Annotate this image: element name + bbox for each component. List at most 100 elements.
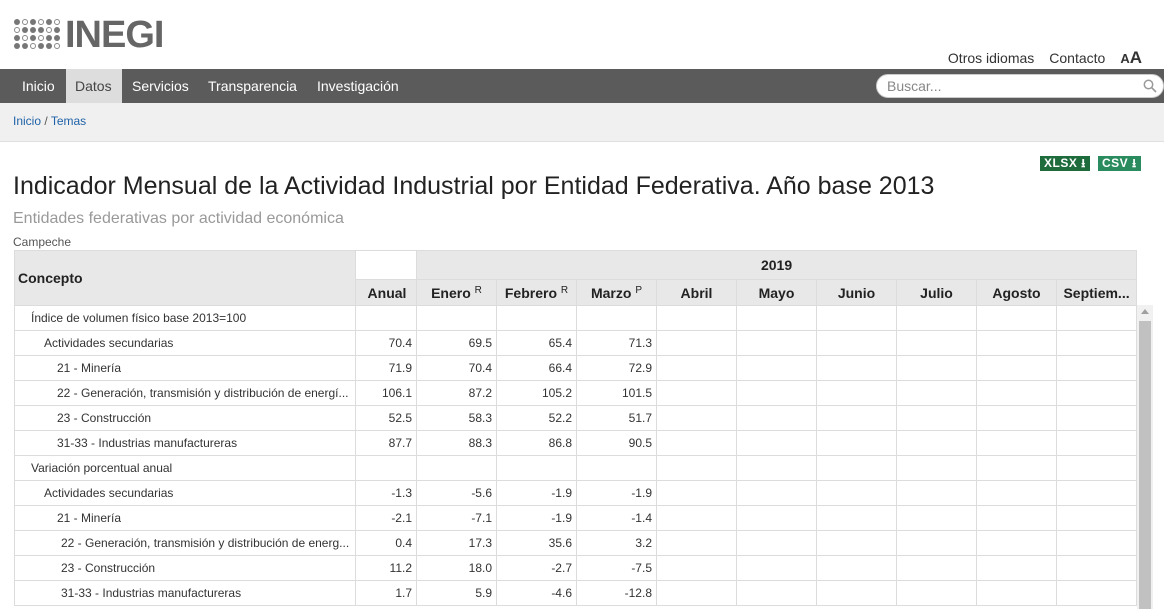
cell-empty (1055, 405, 1138, 431)
row-label: 31-33 - Industrias manufactureras (14, 580, 356, 606)
cell-empty (736, 405, 817, 431)
cell-empty (656, 305, 737, 331)
cell-empty (896, 555, 977, 581)
cell-empty (816, 455, 897, 481)
data-table: Concepto 2019 Anual Enero R Febrero R Ma… (14, 250, 1138, 606)
nav-item-inicio[interactable]: Inicio (12, 69, 65, 103)
breadcrumb-separator: / (44, 114, 48, 128)
table-row: Variación porcentual anual (14, 455, 1138, 481)
header-concepto: Concepto (14, 250, 356, 306)
header-mayo[interactable]: Mayo (736, 279, 817, 306)
header-junio[interactable]: Junio (816, 279, 897, 306)
cell-empty (656, 455, 737, 481)
header-agosto[interactable]: Agosto (976, 279, 1057, 306)
cell-empty (656, 480, 737, 506)
nav-item-transparencia[interactable]: Transparencia (198, 69, 307, 103)
cell-empty (816, 505, 897, 531)
cell-anual (355, 305, 417, 331)
cell-empty (896, 580, 977, 606)
cell-empty (736, 305, 817, 331)
cell-empty (656, 505, 737, 531)
breadcrumb-temas[interactable]: Temas (51, 114, 86, 128)
scrollbar-thumb[interactable] (1139, 321, 1151, 609)
header-julio[interactable]: Julio (896, 279, 977, 306)
cell-empty (1055, 555, 1138, 581)
cell-empty (816, 305, 897, 331)
row-label: Actividades secundarias (14, 480, 356, 506)
cell-marzo (576, 305, 657, 331)
row-label: 31-33 - Industrias manufactureras (14, 430, 356, 456)
cell-marzo: 101.5 (576, 380, 657, 406)
cell-empty (816, 480, 897, 506)
cell-empty (1055, 430, 1138, 456)
cell-marzo: 72.9 (576, 355, 657, 381)
cell-empty (816, 555, 897, 581)
row-label: 21 - Minería (14, 355, 356, 381)
cell-empty (816, 330, 897, 356)
table-row: 22 - Generación, transmisión y distribuc… (14, 530, 1138, 556)
cell-empty (896, 380, 977, 406)
header-blank (355, 250, 417, 280)
cell-empty (656, 330, 737, 356)
cell-enero: 5.9 (416, 580, 497, 606)
cell-empty (896, 305, 977, 331)
cell-febrero: 35.6 (496, 530, 577, 556)
header-anual[interactable]: Anual (355, 279, 417, 306)
breadcrumb: Inicio / Temas (13, 114, 86, 128)
cell-empty (896, 405, 977, 431)
table-row: Actividades secundarias -1.3 -5.6 -1.9 -1.9 (14, 480, 1138, 506)
download-csv-button[interactable]: CSV ⭳ (1098, 156, 1141, 171)
row-label: 23 - Construcción (14, 555, 356, 581)
search-input[interactable] (877, 75, 1127, 97)
header-febrero[interactable]: Febrero R (496, 279, 577, 306)
table-row: 21 - Minería -2.1 -7.1 -1.9 -1.4 (14, 505, 1138, 531)
search-box (876, 74, 1164, 98)
header-marzo[interactable]: Marzo P (576, 279, 657, 306)
header-abril[interactable]: Abril (656, 279, 737, 306)
cell-enero: 69.5 (416, 330, 497, 356)
cell-empty (1055, 305, 1138, 331)
font-size-small-glyph: A (1120, 51, 1130, 66)
cell-empty (976, 355, 1057, 381)
header-enero[interactable]: Enero R (416, 279, 497, 306)
scroll-up-arrow-icon[interactable] (1141, 309, 1149, 314)
cell-empty (1055, 580, 1138, 606)
other-languages-link[interactable]: Otros idiomas (948, 50, 1034, 66)
cell-empty (1055, 330, 1138, 356)
cell-empty (736, 580, 817, 606)
inegi-logo[interactable]: INEGI (13, 16, 164, 54)
cell-empty (1055, 455, 1138, 481)
cell-enero: -7.1 (416, 505, 497, 531)
cell-empty (896, 330, 977, 356)
download-xlsx-button[interactable]: XLSX ⭳ (1040, 156, 1090, 171)
nav-item-servicios[interactable]: Servicios (122, 69, 199, 103)
row-label: 22 - Generación, transmisión y distribuc… (14, 380, 356, 406)
cell-marzo: 51.7 (576, 405, 657, 431)
nav-item-investigacion[interactable]: Investigación (307, 69, 409, 103)
cell-empty (976, 505, 1057, 531)
cell-febrero: 65.4 (496, 330, 577, 356)
revised-flag: R (474, 285, 482, 296)
cell-empty (976, 430, 1057, 456)
cell-empty (736, 555, 817, 581)
cell-anual (355, 455, 417, 481)
cell-enero (416, 455, 497, 481)
cell-enero: -5.6 (416, 480, 497, 506)
header-septiembre[interactable]: Septiem... (1055, 279, 1138, 306)
contact-link[interactable]: Contacto (1049, 50, 1105, 66)
cell-empty (896, 430, 977, 456)
search-icon[interactable] (1143, 79, 1157, 93)
cell-marzo (576, 455, 657, 481)
cell-febrero: 66.4 (496, 355, 577, 381)
breadcrumb-inicio[interactable]: Inicio (13, 114, 41, 128)
font-size-toggle[interactable]: AA (1120, 48, 1142, 68)
cell-empty (736, 430, 817, 456)
cell-empty (656, 355, 737, 381)
table-row: 22 - Generación, transmisión y distribuc… (14, 380, 1138, 406)
row-label: 22 - Generación, transmisión y distribuc… (14, 530, 356, 556)
table-scrollbar[interactable] (1137, 305, 1153, 609)
cell-febrero: 105.2 (496, 380, 577, 406)
cell-empty (896, 505, 977, 531)
nav-item-datos[interactable]: Datos (66, 69, 122, 103)
cell-empty (1055, 355, 1138, 381)
